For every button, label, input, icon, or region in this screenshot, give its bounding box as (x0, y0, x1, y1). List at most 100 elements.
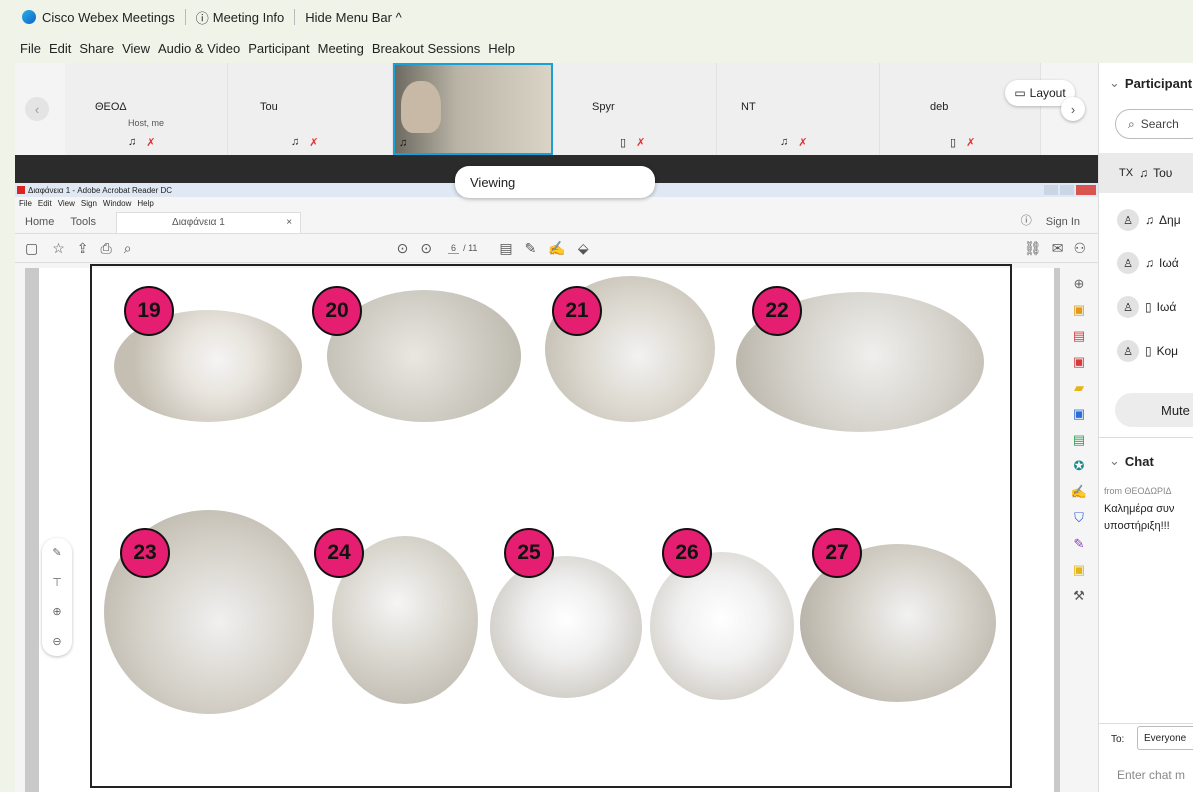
hide-menu-bar-button[interactable]: Hide Menu Bar ^ (305, 10, 401, 25)
sign-icon[interactable]: ✍ (548, 240, 565, 257)
menu-breakout[interactable]: Breakout Sessions (372, 41, 480, 56)
viewing-indicator: Viewing (455, 166, 655, 198)
menu-participant[interactable]: Participant (248, 41, 309, 56)
zoom-tool-icon[interactable]: ⊕ (1074, 276, 1085, 292)
step-badge: 19 (124, 286, 174, 336)
participant-row[interactable]: ♙ ♫ Δημ (1099, 200, 1193, 240)
pen-icon[interactable]: ✎ (525, 240, 537, 257)
page-number-input[interactable]: 6 (448, 243, 460, 254)
headset-icon: ♫ (399, 137, 408, 149)
acro-menu-help[interactable]: Help (137, 199, 153, 208)
acro-menu-file[interactable]: File (19, 199, 32, 208)
add-user-icon[interactable]: ⚇ (1073, 240, 1086, 257)
bookmark-star-icon[interactable]: ☆ (52, 240, 65, 257)
acrobat-logo-icon (17, 186, 25, 194)
send-file-icon[interactable]: ▣ (1073, 562, 1085, 578)
participant-row[interactable]: ♙ ♫ Ιωά (1099, 243, 1193, 283)
window-controls[interactable] (1044, 185, 1096, 195)
participant-name: Ιωά (1159, 256, 1179, 270)
active-speaker-video[interactable]: ♫ (393, 63, 553, 155)
more-tools-icon[interactable]: ⚒ (1073, 588, 1085, 604)
email-icon[interactable]: ✉ (1052, 240, 1064, 257)
protect-icon[interactable]: ⛉ (1074, 510, 1084, 526)
step-photo (650, 552, 794, 700)
send-sign-icon[interactable]: ✎ (1074, 536, 1085, 552)
participant-tile[interactable]: ΘΕΟΔ Host, me ♫ ✗ (65, 63, 228, 155)
strip-prev-button[interactable]: ‹ (25, 97, 49, 121)
headset-icon: ♫ (1139, 166, 1149, 180)
participant-row[interactable]: ♙ ▯ Κομ (1099, 331, 1193, 371)
tools-rail: ⊕ ▣ ▤ ▣ ▰ ▣ ▤ ✪ ✍ ⛉ ✎ ▣ ⚒ (1060, 268, 1098, 792)
highlight-icon[interactable]: ⊤ (52, 576, 62, 589)
acro-menu-sign[interactable]: Sign (81, 199, 97, 208)
chat-sender: from ΘΕΟΔΩΡΙΔ (1104, 486, 1172, 496)
sign-in-link[interactable]: Sign In (1046, 216, 1080, 233)
print-icon[interactable]: ⎙ (101, 240, 112, 257)
acro-menu-view[interactable]: View (58, 199, 75, 208)
comment-icon[interactable]: ▤ (499, 240, 512, 257)
tab-home[interactable]: Home (15, 216, 62, 233)
menu-file[interactable]: File (20, 41, 41, 56)
create-pdf-icon[interactable]: ▣ (1073, 354, 1085, 370)
organize-pages-icon[interactable]: ▤ (1073, 328, 1085, 344)
participant-search-input[interactable]: ⌕ Search (1115, 109, 1193, 139)
zoom-out-icon[interactable]: ⊖ (52, 635, 61, 648)
tab-document[interactable]: Διαφάνεια 1 × (116, 212, 302, 233)
participant-tile[interactable]: NT ♫ ✗ (717, 63, 880, 155)
fill-sign-icon[interactable]: ✍ (1071, 484, 1087, 500)
share-link-icon[interactable]: ⛓ (1024, 240, 1042, 257)
mute-all-button[interactable]: Mute (1115, 393, 1193, 427)
tab-tools[interactable]: Tools (62, 216, 116, 233)
tile-icons: ♫ ✗ (291, 136, 318, 149)
export-pdf-icon[interactable]: ▣ (1073, 302, 1085, 318)
participant-name: Δημ (1159, 213, 1181, 227)
tile-icons: ▯ ✗ (620, 136, 645, 149)
strip-next-button[interactable]: › (1061, 97, 1085, 121)
muted-mic-icon: ✗ (146, 137, 156, 149)
menu-edit[interactable]: Edit (49, 41, 71, 56)
menu-bar: File Edit Share View Audio & Video Parti… (0, 34, 1193, 62)
recipient-select[interactable]: Everyone (1137, 726, 1193, 750)
edit-pdf-icon[interactable]: ▤ (1073, 432, 1085, 448)
next-page-icon[interactable]: ⊙ (420, 240, 432, 257)
prev-page-icon[interactable]: ⊙ (397, 240, 409, 257)
participant-name: Ιωά (1156, 300, 1177, 314)
menu-share[interactable]: Share (79, 41, 114, 56)
avatar-icon: ♙ (1117, 340, 1139, 362)
comment-tool-icon[interactable]: ▰ (1074, 380, 1084, 396)
chat-input[interactable]: Enter chat m (1117, 768, 1185, 782)
side-panel: ⌄ Participant ⌕ Search TX ♫ Του ♙ ♫ Δημ ♙ ♫ Ιω… (1098, 63, 1193, 792)
chat-header[interactable]: ⌄ Chat (1109, 453, 1154, 469)
stamp-icon[interactable]: ⬙ (578, 240, 589, 257)
info-icon: ⓘ (195, 10, 209, 26)
document-area: 19 20 21 22 23 24 25 26 27 ✎ ⊤ ⊕ ⊖ (25, 264, 1070, 792)
tile-role: Host, me (128, 118, 165, 128)
menu-audio-video[interactable]: Audio & Video (158, 41, 240, 56)
upload-icon[interactable]: ⇪ (77, 240, 89, 257)
participant-row[interactable]: ♙ ▯ Ιωά (1099, 287, 1193, 327)
participant-tile[interactable]: Spyr ▯ ✗ (554, 63, 717, 155)
acro-menu-edit[interactable]: Edit (38, 199, 52, 208)
participant-name: Του (1153, 166, 1173, 180)
meeting-info-button[interactable]: ⓘ Meeting Info (196, 8, 285, 27)
help-icon[interactable]: ⓘ (1021, 212, 1032, 233)
participant-row[interactable]: TX ♫ Του (1099, 153, 1193, 193)
tile-name: ΘΕΟΔ (95, 101, 127, 113)
zoom-search-icon[interactable]: ⌕ (124, 240, 132, 257)
headset-icon: ♫ (128, 136, 137, 148)
step-badge: 25 (504, 528, 554, 578)
participant-tile[interactable]: Tou ♫ ✗ (228, 63, 393, 155)
tile-icons: ♫ ✗ (128, 136, 155, 149)
participant-tile[interactable]: deb ▯ ✗ (880, 63, 1041, 155)
combine-icon[interactable]: ▣ (1073, 406, 1085, 422)
menu-help[interactable]: Help (488, 41, 515, 56)
menu-view[interactable]: View (122, 41, 150, 56)
muted-mic-icon: ✗ (309, 137, 319, 149)
participants-header[interactable]: ⌄ Participant (1109, 75, 1192, 91)
save-icon[interactable]: ▢ (25, 240, 38, 257)
draw-icon[interactable]: ✎ (52, 546, 61, 559)
menu-meeting[interactable]: Meeting (318, 41, 364, 56)
zoom-in-icon[interactable]: ⊕ (52, 605, 61, 618)
scan-icon[interactable]: ✪ (1074, 458, 1085, 474)
acro-menu-window[interactable]: Window (103, 199, 131, 208)
